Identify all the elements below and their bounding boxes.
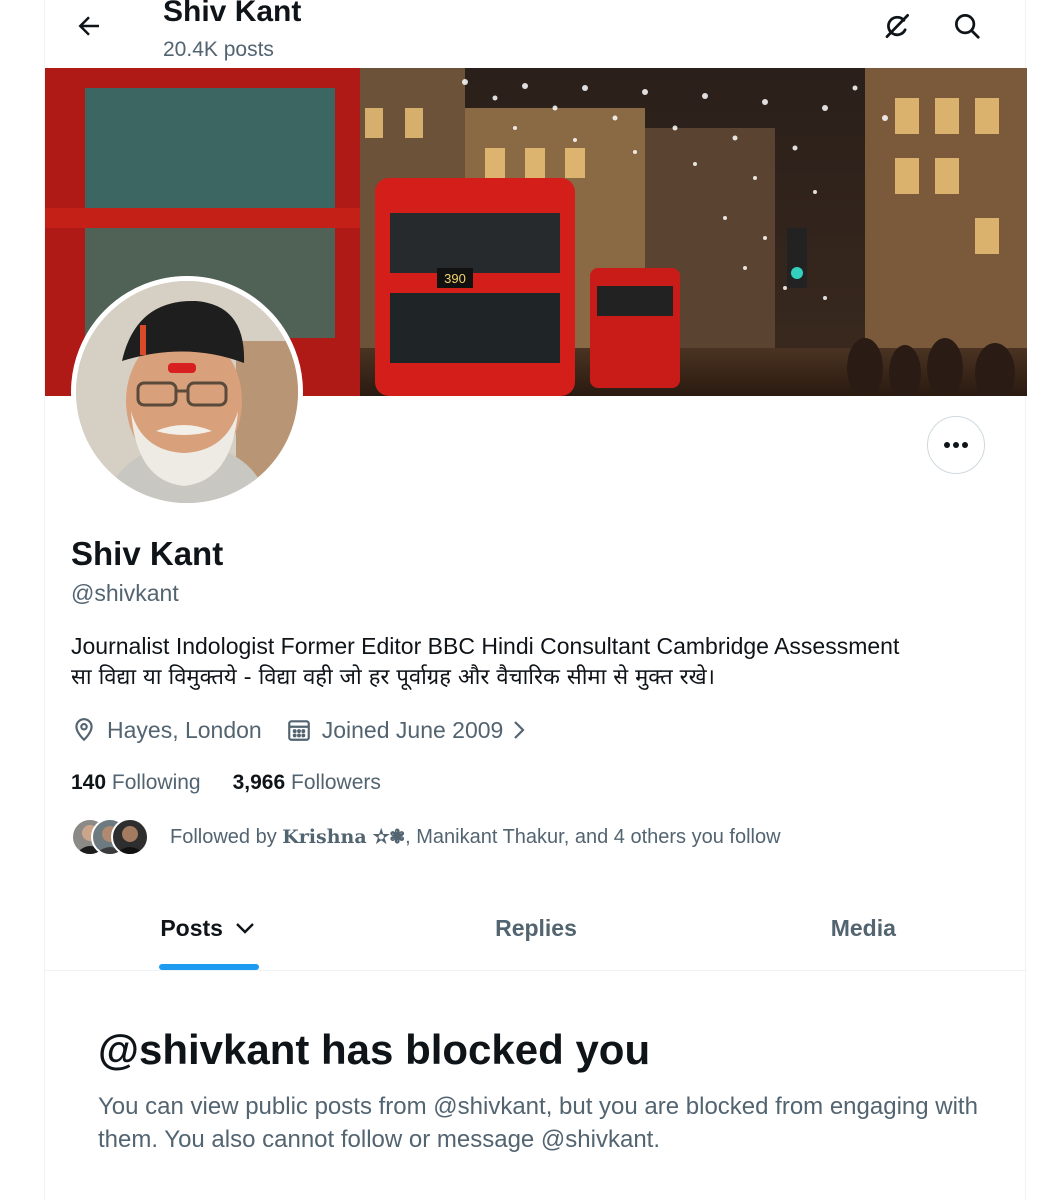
profile-location: Hayes, London — [71, 714, 262, 746]
profile-stats: 140 Following 3,966 Followers — [71, 768, 413, 798]
following-label: Following — [111, 771, 201, 794]
bio-line-2: सा विद्या या विमुक्तये - विद्या वही जो ह… — [71, 665, 715, 690]
back-button[interactable] — [67, 8, 111, 44]
svg-text:390: 390 — [444, 271, 466, 286]
profile-avatar[interactable] — [71, 276, 303, 508]
followers-count: 3,966 — [232, 771, 286, 794]
profile-bio: Journalist Indologist Former Editor BBC … — [71, 630, 1001, 694]
tab-replies[interactable]: Replies — [372, 886, 699, 970]
bio-line-1: Journalist Indologist Former Editor BBC … — [71, 633, 900, 659]
grok-icon — [885, 14, 909, 38]
profile-page: Shiv Kant 20.4K posts 390 Shiv Kant @shi… — [44, 0, 1027, 1200]
search-icon — [955, 14, 980, 39]
followed-by-name: Krishna ✫❃ — [282, 826, 406, 848]
chevron-right-icon — [514, 721, 525, 739]
active-tab-indicator — [158, 964, 259, 970]
blocked-title: @shivkant has blocked you — [98, 1026, 651, 1073]
location-text: Hayes, London — [107, 717, 262, 743]
followed-by-rest: , Manikant Thakur, and 4 others you foll… — [405, 826, 781, 848]
following-count: 140 — [71, 771, 107, 794]
follower-avatar — [111, 818, 149, 856]
profile-meta: Hayes, London Joined June 2009 — [71, 714, 563, 746]
chevron-down-icon — [236, 923, 254, 934]
blocked-message: You can view public posts from @shivkant… — [98, 1093, 978, 1153]
followed-by-prefix: Followed by — [170, 826, 277, 848]
followers-label: Followers — [291, 771, 381, 794]
tab-label: Media — [830, 914, 896, 941]
profile-handle: @shivkant — [71, 580, 179, 606]
more-horizontal-icon — [944, 442, 968, 448]
tab-media[interactable]: Media — [700, 886, 1027, 970]
profile-tabs: Posts Replies Media — [45, 886, 1027, 971]
profile-display-name: Shiv Kant — [71, 535, 224, 572]
more-options-button[interactable] — [927, 416, 985, 474]
grok-button[interactable] — [877, 6, 917, 46]
tab-posts[interactable]: Posts — [45, 886, 372, 970]
tab-label: Posts — [160, 914, 223, 941]
location-pin-icon — [75, 718, 93, 742]
arrow-left-icon — [78, 16, 99, 36]
followed-by-avatars — [71, 818, 151, 856]
joined-text: Joined June 2009 — [321, 717, 504, 743]
header-title: Shiv Kant — [163, 0, 302, 28]
header-post-count: 20.4K posts — [163, 38, 274, 61]
following-link[interactable]: 140 Following — [71, 768, 201, 798]
profile-joined[interactable]: Joined June 2009 — [286, 714, 540, 746]
followed-by-row[interactable]: Followed by Krishna ✫❃, Manikant Thakur,… — [71, 818, 781, 856]
search-button[interactable] — [947, 6, 987, 46]
followers-link[interactable]: 3,966 Followers — [233, 768, 381, 798]
tab-label: Replies — [495, 914, 577, 941]
top-bar: Shiv Kant 20.4K posts — [45, 0, 1025, 68]
avatar-image — [76, 281, 298, 503]
calendar-icon — [287, 720, 310, 741]
